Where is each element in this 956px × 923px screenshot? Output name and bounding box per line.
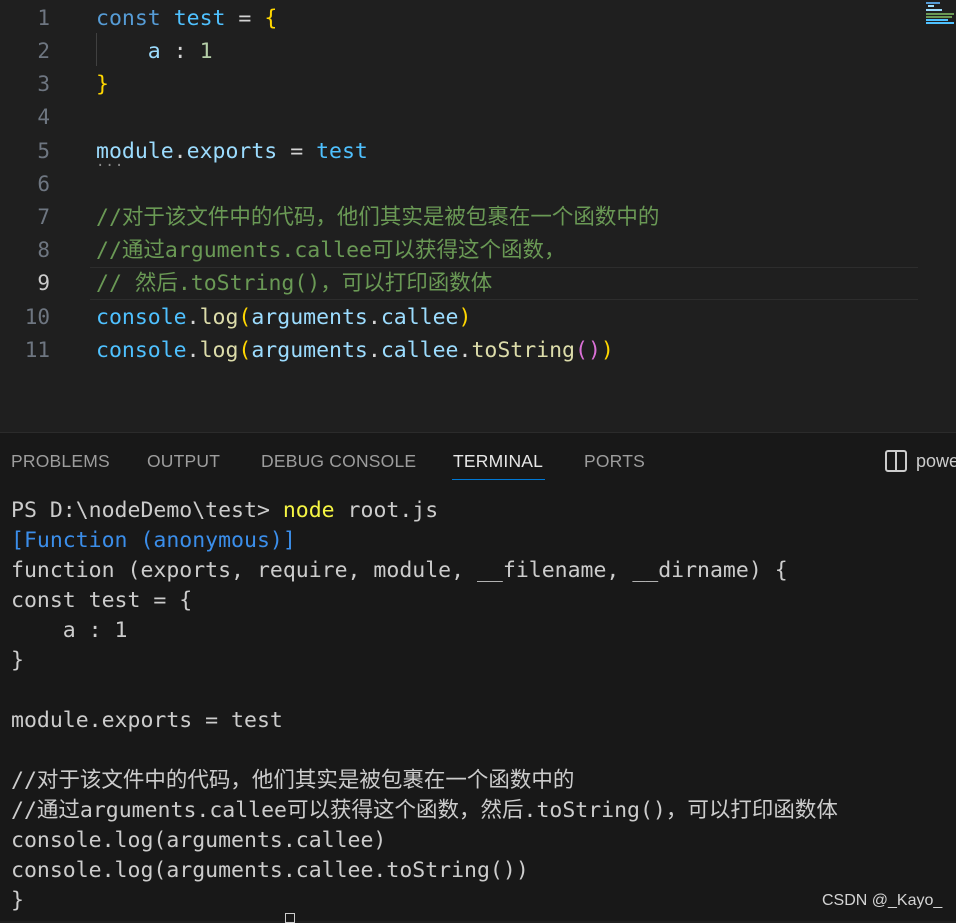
code-line-9[interactable]: 9 // 然后.toString()，可以打印函数体 (0, 267, 956, 300)
code-line-7[interactable]: 7 //对于该文件中的代码，他们其实是被包裹在一个函数中的 (0, 201, 956, 234)
terminal-prompt-line: PS D:\nodeDemo\test> node root.js (11, 498, 439, 523)
terminal-line: a : 1 (11, 618, 128, 643)
tab-problems[interactable]: PROBLEMS (11, 451, 110, 472)
code-text: a : 1 (147, 39, 213, 64)
code-editor[interactable]: 1 const test = { 2 a : 1 3 } 4 5 module.… (0, 0, 956, 432)
tab-terminal[interactable]: TERMINAL (453, 451, 543, 472)
terminal-line: module.exports = test (11, 708, 283, 733)
line-number: 11 (24, 338, 50, 362)
tab-debug-console[interactable]: DEBUG CONSOLE (261, 451, 416, 472)
terminal-line: [Function (anonymous)] (11, 528, 296, 553)
code-text: console.log(arguments.callee.toString()) (96, 338, 614, 363)
code-comment: //对于该文件中的代码，他们其实是被包裹在一个函数中的 (96, 205, 660, 230)
code-text: const test = { (96, 6, 278, 31)
terminal-cursor (285, 913, 295, 923)
line-number: 1 (37, 6, 50, 30)
code-comment: // 然后.toString()，可以打印函数体 (96, 271, 493, 296)
terminal-line: function (exports, require, module, __fi… (11, 558, 788, 583)
split-terminal-icon[interactable] (885, 450, 907, 472)
terminal-line: } (11, 648, 24, 673)
code-line-5[interactable]: 5 module.exports = test (0, 135, 956, 168)
watermark: CSDN @_Kayo_ (822, 892, 943, 909)
code-text: console.log(arguments.callee) (96, 305, 472, 330)
line-number: 6 (37, 172, 50, 196)
terminal-name[interactable]: powe (916, 451, 956, 472)
minimap[interactable] (926, 0, 956, 24)
panel-tabs: PROBLEMS OUTPUT DEBUG CONSOLE TERMINAL P… (0, 433, 956, 485)
code-line-3[interactable]: 3 } (0, 68, 956, 101)
code-text: module.exports = test (96, 139, 368, 164)
tab-output[interactable]: OUTPUT (147, 451, 220, 472)
terminal-line: //对于该文件中的代码，他们其实是被包裹在一个函数中的 (11, 768, 575, 793)
terminal-line: //通过arguments.callee可以获得这个函数，然后.toString… (11, 798, 838, 823)
bottom-panel: PROBLEMS OUTPUT DEBUG CONSOLE TERMINAL P… (0, 432, 956, 921)
code-line-11[interactable]: 11 console.log(arguments.callee.toString… (0, 334, 956, 367)
code-line-8[interactable]: 8 //通过arguments.callee可以获得这个函数， (0, 234, 956, 267)
code-text: } (96, 72, 109, 97)
code-line-4[interactable]: 4 (0, 101, 956, 134)
terminal-line: } (11, 888, 24, 913)
line-number: 7 (37, 205, 50, 229)
line-number: 3 (37, 72, 50, 96)
terminal-line: const test = { (11, 588, 193, 613)
line-number: 2 (37, 39, 50, 63)
code-line-2[interactable]: 2 a : 1 (0, 35, 956, 68)
code-line-6[interactable]: 6 (0, 168, 956, 201)
line-number: 9 (37, 271, 50, 295)
code-line-1[interactable]: 1 const test = { (0, 2, 956, 35)
active-tab-indicator (452, 479, 545, 480)
terminal-line: console.log(arguments.callee) (11, 828, 387, 853)
line-number: 5 (37, 139, 50, 163)
terminal-line: console.log(arguments.callee.toString()) (11, 858, 529, 883)
line-number: 8 (37, 238, 50, 262)
code-line-10[interactable]: 10 console.log(arguments.callee) (0, 301, 956, 334)
line-number: 10 (24, 305, 50, 329)
code-comment: //通过arguments.callee可以获得这个函数， (96, 238, 566, 263)
line-number: 4 (37, 105, 50, 129)
tab-ports[interactable]: PORTS (584, 451, 645, 472)
